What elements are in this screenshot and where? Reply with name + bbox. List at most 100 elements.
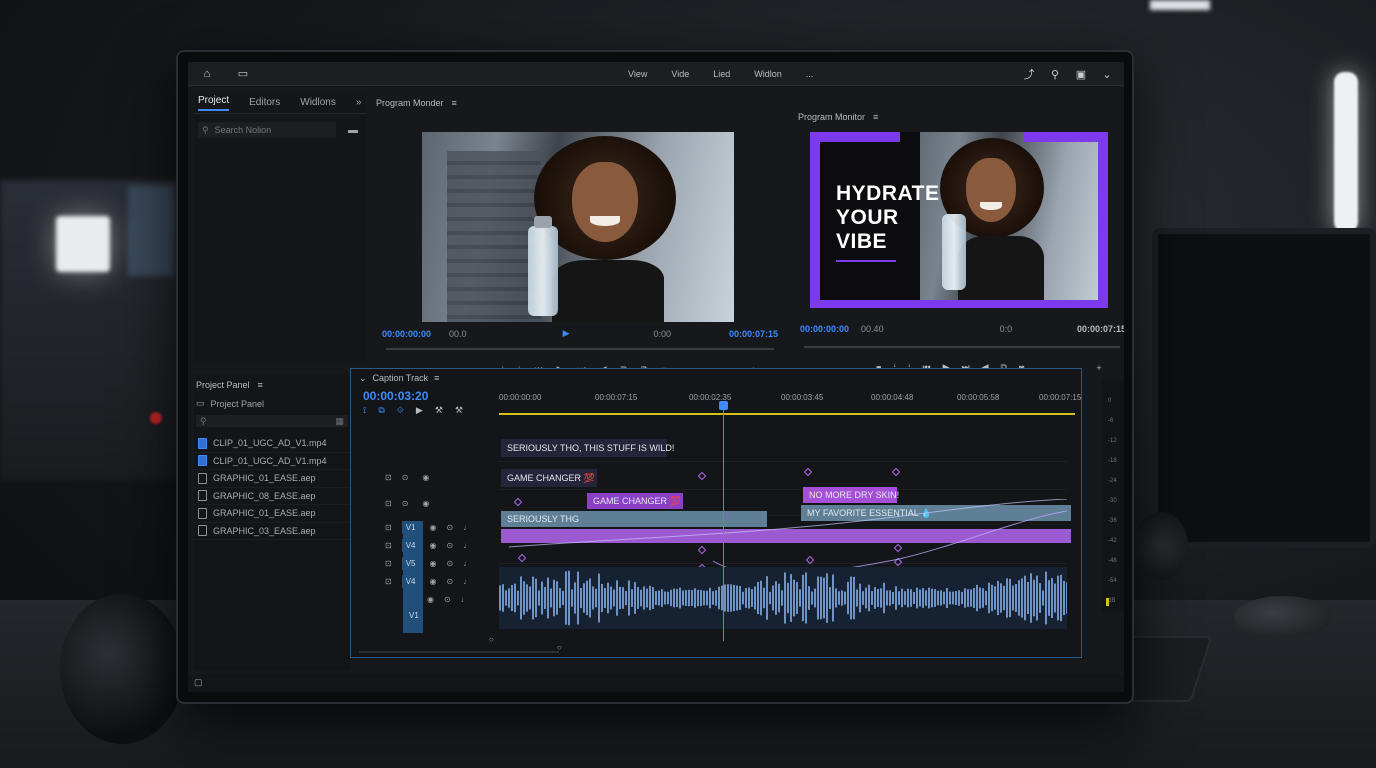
title-overlay[interactable]: HYDRATE YOUR VIBE <box>836 182 939 254</box>
lock-icon[interactable]: ⊡ <box>385 559 392 568</box>
time-ruler[interactable]: 00:00:00:00 00:00:07:15 00:00:02:35 00:0… <box>499 393 1081 415</box>
file-row[interactable]: GRAPHIC_08_EASE.aep <box>194 488 350 505</box>
menu-icon[interactable]: ≡ <box>434 373 439 384</box>
work-area-bar[interactable] <box>499 413 1075 415</box>
sync-icon[interactable]: ⊙ <box>402 499 409 508</box>
collapse-icon[interactable]: ⌄ <box>359 373 367 384</box>
keyframe-icon[interactable] <box>891 467 901 477</box>
snap-icon[interactable]: ⟟ <box>363 405 366 416</box>
horizontal-scrollbar[interactable] <box>359 651 559 653</box>
export-icon[interactable]: ⤴ <box>1018 64 1040 84</box>
menu-vide[interactable]: Vide <box>671 69 689 79</box>
lock-icon[interactable]: ⊡ <box>385 473 392 482</box>
keyframe-icon[interactable] <box>803 467 813 477</box>
caption-clip[interactable]: SERIOUSLY THO, THIS STUFF IS WILD! <box>501 439 674 457</box>
mic-icon[interactable]: ♩ <box>463 559 471 568</box>
zoom-handle-icon[interactable]: ○ <box>489 635 494 644</box>
track-label[interactable]: V4 <box>401 539 420 552</box>
status-bar: ▢ <box>188 674 1124 692</box>
window-icon[interactable]: ▣ <box>1070 64 1092 84</box>
wrench-icon[interactable]: ⚒ <box>435 405 443 416</box>
share-icon[interactable]: ⚲ <box>1044 64 1066 84</box>
mic-icon[interactable]: ♩ <box>463 541 471 550</box>
tab-overflow[interactable]: » <box>356 97 362 108</box>
file-row[interactable]: CLIP_01_UGC_AD_V1.mp4 <box>194 453 350 470</box>
menu-more[interactable]: ... <box>806 69 814 79</box>
monitor-icon[interactable]: ▭ <box>232 64 254 84</box>
timecode-out[interactable]: 00:00:07:15 <box>729 329 778 339</box>
play-icon[interactable]: ▶ <box>416 405 423 416</box>
timecode-in-right[interactable]: 00:00:00:00 <box>800 324 849 334</box>
mic-icon[interactable]: ♩ <box>463 523 471 532</box>
menu-icon[interactable]: ≡ <box>452 98 457 108</box>
track-label[interactable]: V5 <box>401 557 420 570</box>
tab-editors[interactable]: Editors <box>249 97 280 108</box>
caption-clip[interactable]: GAME CHANGER 💯 <box>501 469 597 487</box>
track-label-a1[interactable]: V1 <box>405 609 423 622</box>
mic-icon[interactable]: ♩ <box>463 577 471 586</box>
sync-icon[interactable]: ⊙ <box>402 473 409 482</box>
sync-icon[interactable]: ⊙ <box>444 595 451 604</box>
fit-value-right[interactable]: 0:0 <box>1000 324 1013 334</box>
file-row[interactable]: GRAPHIC_01_EASE.aep <box>194 505 350 523</box>
playhead-handle[interactable] <box>719 401 728 410</box>
track-label[interactable]: V1 <box>401 521 420 534</box>
file-row[interactable]: GRAPHIC_01_EASE.aep <box>194 470 350 488</box>
waveform-bar <box>694 588 696 608</box>
menu-widlon[interactable]: Widlon <box>754 69 782 79</box>
file-row[interactable]: CLIP_01_UGC_AD_V1.mp4 <box>194 435 350 453</box>
folder-row[interactable]: ▭ Project Panel <box>194 396 350 411</box>
video-preview[interactable] <box>422 132 734 322</box>
tab-project[interactable]: Project <box>198 95 230 111</box>
frame-bottom <box>810 300 1108 308</box>
sync-icon[interactable]: ⊙ <box>446 577 453 586</box>
playhead[interactable] <box>723 405 724 641</box>
eye-icon[interactable]: ◉ <box>430 577 437 586</box>
menu-icon[interactable]: ≡ <box>873 112 878 122</box>
play-marker-icon[interactable]: ▶ <box>563 328 570 339</box>
eye-icon[interactable]: ◉ <box>430 523 437 532</box>
linked-icon[interactable]: ⧉ <box>378 405 384 416</box>
list-view-icon[interactable]: ▦ <box>335 416 344 427</box>
audio-waveform[interactable] <box>499 567 1067 629</box>
timecode-in[interactable]: 00:00:00:00 <box>382 329 431 339</box>
add-icon[interactable]: + <box>1096 363 1101 373</box>
lock-icon[interactable]: ⊡ <box>385 523 392 532</box>
scrub-bar[interactable] <box>386 348 774 350</box>
zoom-value[interactable]: 00.0 <box>449 329 467 339</box>
sync-icon[interactable]: ⊙ <box>446 541 453 550</box>
zoom-value-right[interactable]: 00.40 <box>861 324 884 334</box>
mic-icon[interactable]: ♩ <box>461 595 469 604</box>
lock-icon[interactable]: ⊡ <box>385 541 392 550</box>
chevron-down-icon[interactable]: ⌄ <box>1096 64 1118 84</box>
search-input[interactable] <box>214 125 333 135</box>
eye-icon[interactable]: ◉ <box>427 595 434 604</box>
home-icon[interactable]: ⌂ <box>196 64 218 84</box>
file-row[interactable]: GRAPHIC_03_EASE.aep <box>194 523 350 540</box>
lock-icon[interactable]: ⊡ <box>385 499 392 508</box>
keyframe-icon[interactable] <box>697 471 707 481</box>
tab-widlons[interactable]: Widlons <box>300 97 336 108</box>
track-label[interactable]: V4 <box>401 575 420 588</box>
sync-icon[interactable]: ⊙ <box>446 523 453 532</box>
sync-icon[interactable]: ⊙ <box>446 559 453 568</box>
scrub-bar-right[interactable] <box>804 346 1120 348</box>
eye-icon[interactable]: ◉ <box>422 473 429 482</box>
eye-icon[interactable]: ◉ <box>422 499 429 508</box>
eye-icon[interactable]: ◉ <box>430 559 437 568</box>
timecode-out-right[interactable]: 00:00:07:15 <box>1077 324 1124 334</box>
marker-icon[interactable]: ⟐ <box>397 405 404 416</box>
file-search[interactable]: ⚲ ▦ <box>196 415 348 427</box>
lock-icon[interactable]: ⊡ <box>385 577 392 586</box>
eye-icon[interactable]: ◉ <box>430 541 437 550</box>
folder-icon[interactable]: ▬ <box>348 125 358 136</box>
zoom-handle-icon[interactable]: ○ <box>557 643 562 652</box>
timeline-timecode[interactable]: 00:00:03:20 <box>363 389 428 403</box>
fit-value[interactable]: 0:00 <box>654 329 672 339</box>
menu-lied[interactable]: Lied <box>713 69 730 79</box>
panel-toggle-icon[interactable]: ▢ <box>194 677 203 688</box>
menu-view[interactable]: View <box>628 69 647 79</box>
settings-icon[interactable]: ⚒ <box>455 405 463 416</box>
menu-icon[interactable]: ≡ <box>258 380 263 390</box>
program-preview[interactable]: HYDRATE YOUR VIBE <box>810 132 1108 308</box>
